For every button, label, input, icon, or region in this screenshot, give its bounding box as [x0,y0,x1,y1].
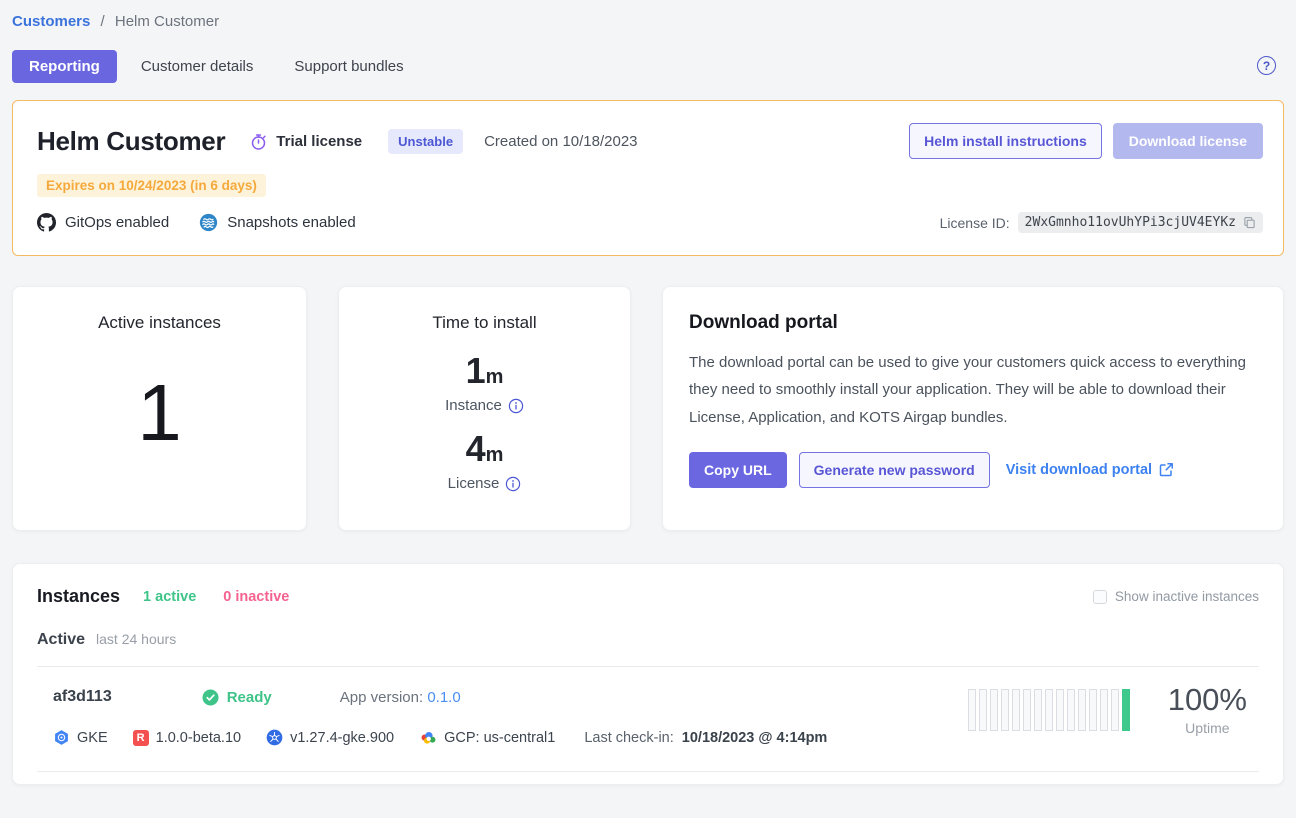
tab-reporting[interactable]: Reporting [12,50,117,83]
breadcrumb: Customers / Helm Customer [12,0,1284,30]
helm-install-instructions-button[interactable]: Helm install instructions [909,123,1102,159]
inactive-count: 0 inactive [223,589,289,605]
license-id-value: 2WxGmnho11ovUhYPi3cjUV4EYKz [1025,215,1236,230]
external-link-icon [1159,462,1174,477]
active-instances-card: Active instances 1 [12,286,307,531]
instances-card: Instances 1 active 0 inactive Show inact… [12,563,1284,785]
snapshots-label: Snapshots enabled [227,214,355,231]
ready-check-icon [202,689,219,706]
copy-url-button[interactable]: Copy URL [689,452,787,488]
download-portal-title: Download portal [689,312,1257,334]
license-install-number: 4 [466,428,486,469]
show-inactive-label: Show inactive instances [1115,589,1259,604]
tab-bar: Reporting Customer details Support bundl… [12,50,1284,83]
breadcrumb-current: Helm Customer [115,13,219,30]
license-install-label: License [448,475,500,492]
cloud-region-label: GCP: us-central1 [444,730,555,746]
active-instances-value: 1 [137,373,182,453]
download-portal-description: The download portal can be used to give … [689,349,1257,431]
kots-version-chip: R 1.0.0-beta.10 [133,730,241,746]
status-badge: Unstable [388,129,463,154]
uptime-percent: 100% [1168,683,1247,717]
uptime-label: Uptime [1168,720,1247,736]
kots-version-label: 1.0.0-beta.10 [156,730,241,746]
instance-id: af3d113 [53,688,112,706]
k8s-version-chip: v1.27.4-gke.900 [266,729,394,746]
help-icon[interactable]: ? [1257,56,1276,75]
instance-install-label: Instance [445,397,502,414]
breadcrumb-customers-link[interactable]: Customers [12,13,90,30]
tab-customer-details[interactable]: Customer details [124,50,271,83]
visit-link-label: Visit download portal [1006,462,1152,478]
app-version-link[interactable]: 0.1.0 [427,689,460,706]
instance-install-unit: m [486,366,504,388]
k8s-version-label: v1.27.4-gke.900 [290,730,394,746]
replicated-icon: R [133,730,149,746]
info-icon[interactable] [505,476,521,492]
expires-badge: Expires on 10/24/2023 (in 6 days) [37,174,266,197]
uptime-bars [968,689,1130,731]
last-checkin-value: 10/18/2023 @ 4:14pm [682,730,828,746]
created-date: Created on 10/18/2023 [484,133,637,150]
kubernetes-icon [266,729,283,746]
gitops-label: GitOps enabled [65,214,169,231]
gcp-cloud-icon [419,731,437,745]
show-inactive-checkbox[interactable] [1093,590,1107,604]
license-id-label: License ID: [940,215,1010,231]
time-to-install-title: Time to install [432,313,536,333]
snapshots-feature: Snapshots enabled [199,213,355,232]
distribution-label: GKE [77,730,108,746]
active-count: 1 active [143,589,196,605]
instance-install-number: 1 [466,350,486,391]
license-install-unit: m [486,444,504,466]
customer-title: Helm Customer [37,126,225,157]
instance-status: Ready [227,689,272,706]
download-portal-card: Download portal The download portal can … [662,286,1284,531]
active-group-label: Active [37,631,85,649]
breadcrumb-separator: / [101,13,105,30]
cloud-region-chip: GCP: us-central1 [419,730,555,746]
info-icon[interactable] [508,398,524,414]
instance-install-time: 1m [466,353,504,389]
license-install-time: 4m [466,431,504,467]
tab-support-bundles[interactable]: Support bundles [277,50,420,83]
customer-summary-card: Helm Customer Trial license Unstable Cre… [12,100,1284,256]
instance-row[interactable]: af3d113 Ready App version: 0.1.0 [37,666,1259,772]
stats-row: Active instances 1 Time to install 1m In… [12,286,1284,531]
license-type-label: Trial license [276,133,362,150]
last-checkin-label: Last check-in: [584,730,673,746]
license-id-chip[interactable]: 2WxGmnho11ovUhYPi3cjUV4EYKz [1018,212,1263,233]
gitops-feature: GitOps enabled [37,213,169,232]
distribution-chip: GKE [53,729,108,746]
snapshots-waves-icon [199,213,218,232]
time-to-install-card: Time to install 1m Instance 4m License [338,286,631,531]
active-group-range: last 24 hours [96,631,176,647]
instances-title: Instances [37,586,120,607]
download-license-button[interactable]: Download license [1113,123,1263,159]
visit-download-portal-link[interactable]: Visit download portal [1006,462,1174,478]
trial-timer-icon [249,132,268,151]
page: Customers / Helm Customer Reporting Cust… [0,0,1296,785]
license-id-group: License ID: 2WxGmnho11ovUhYPi3cjUV4EYKz [940,212,1263,233]
github-icon [37,213,56,232]
active-instances-title: Active instances [98,313,221,333]
show-inactive-toggle[interactable]: Show inactive instances [1093,589,1259,604]
copy-icon[interactable] [1243,216,1256,229]
app-version-label: App version: [340,689,423,706]
generate-password-button[interactable]: Generate new password [799,452,990,488]
uptime-block: 100% Uptime [968,683,1247,736]
gke-icon [53,729,70,746]
